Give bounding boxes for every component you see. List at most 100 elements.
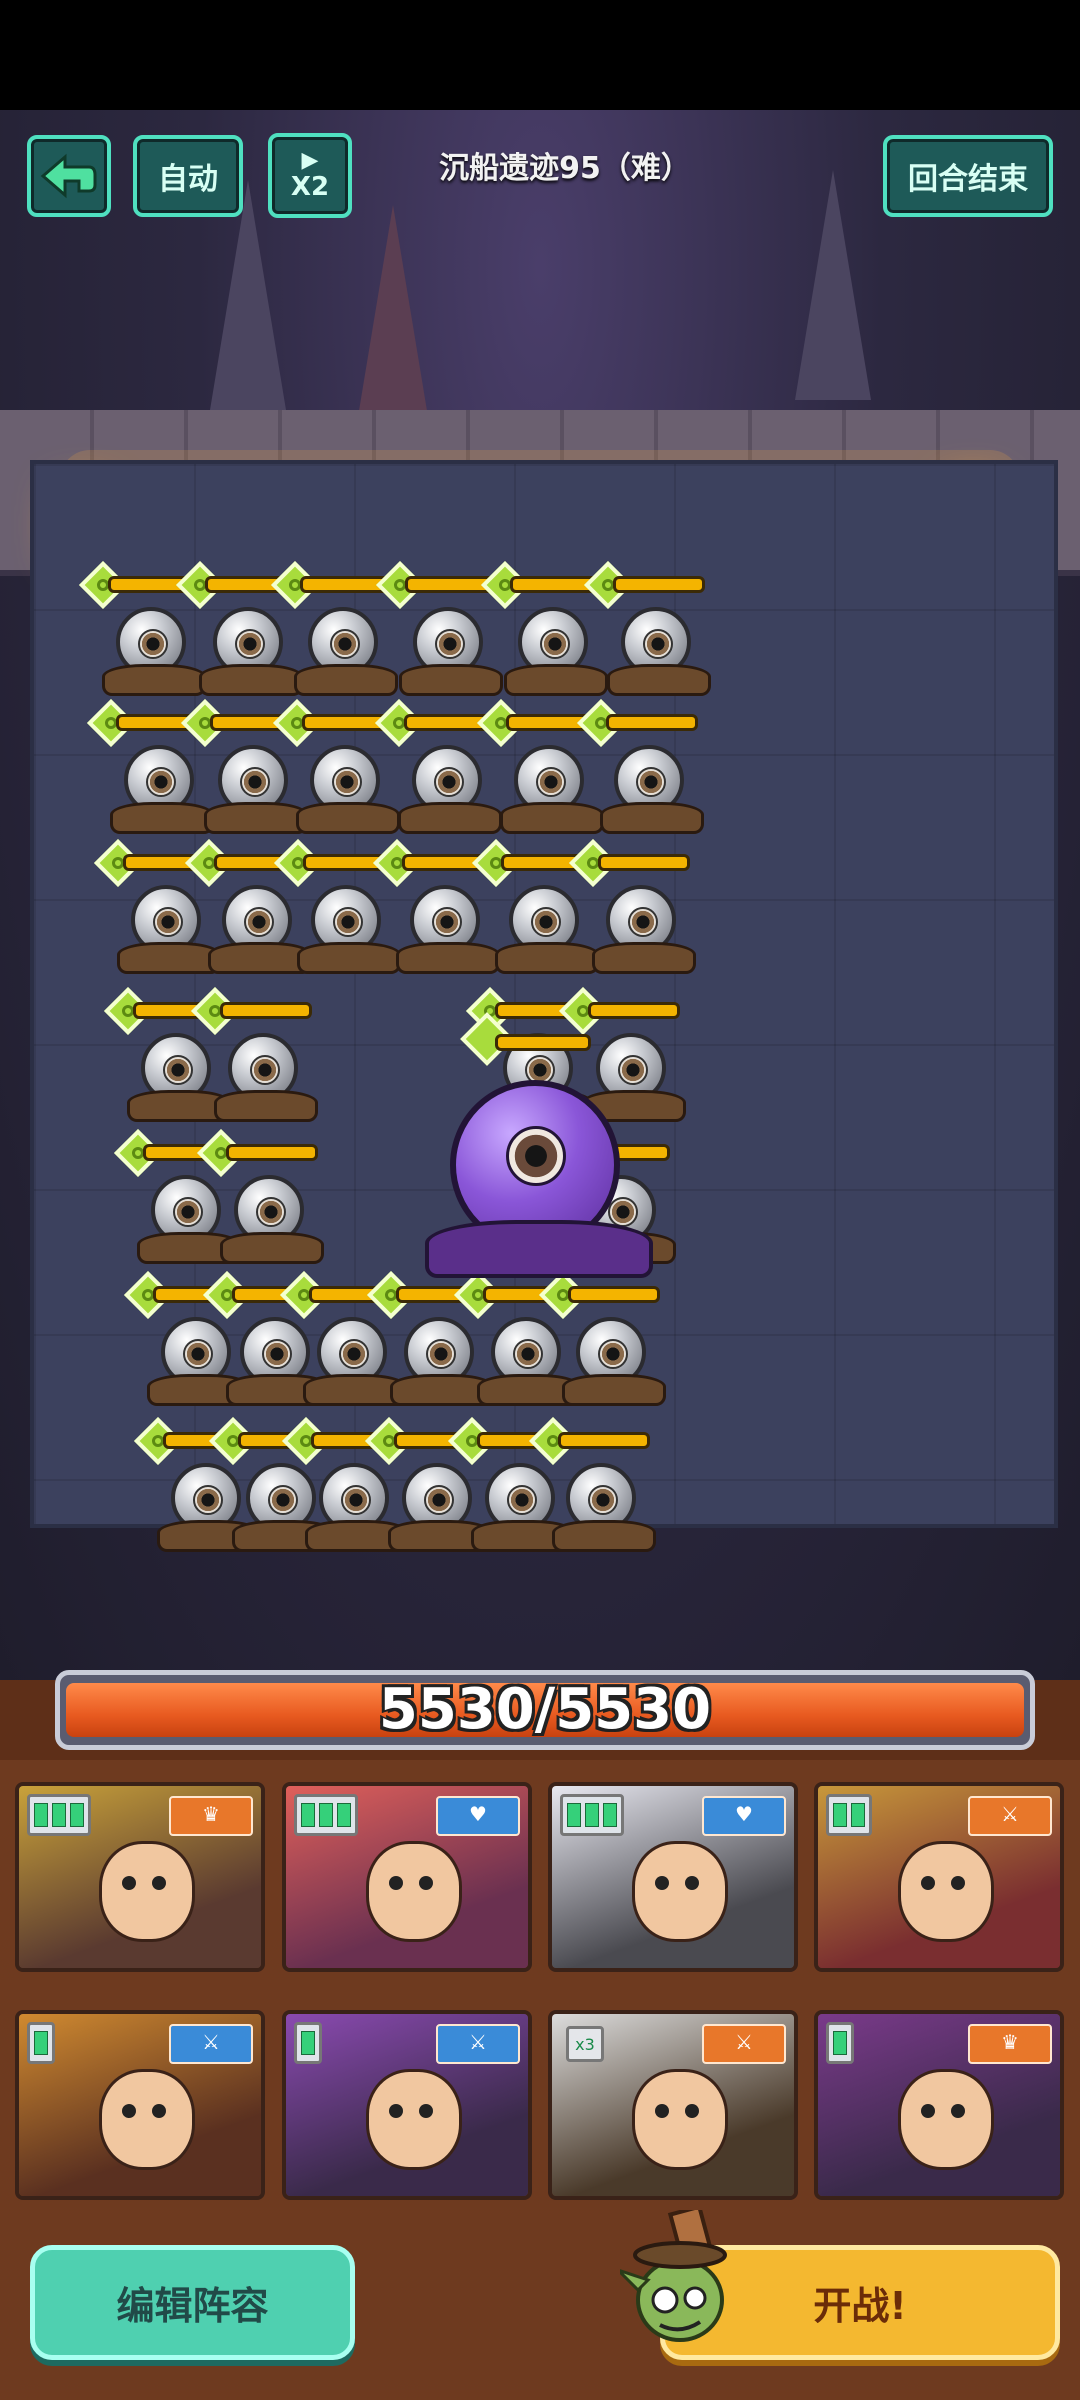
speed-button[interactable]: ▶ X2 bbox=[268, 133, 352, 218]
slot-pip bbox=[337, 1803, 351, 1827]
hero-card[interactable]: ⚔ bbox=[814, 1782, 1064, 1972]
heart-icon: ♥ bbox=[436, 1796, 520, 1836]
hero-eye bbox=[951, 1876, 965, 1890]
enemy-base bbox=[214, 1090, 318, 1122]
crown-icon: ♛ bbox=[169, 1796, 253, 1836]
enemy-hp-bar bbox=[613, 576, 705, 593]
shape-slot-badge bbox=[27, 2022, 55, 2064]
hero-eye bbox=[389, 1876, 403, 1890]
shape-slot-badge bbox=[826, 1794, 872, 1836]
hero-face bbox=[366, 1841, 462, 1942]
boss-hp-text: 5530/5530 bbox=[378, 1677, 712, 1742]
hero-eye bbox=[122, 2104, 136, 2118]
slot-pip bbox=[603, 1803, 617, 1827]
goblin-mascot-icon bbox=[616, 2204, 750, 2370]
eyeball-orb-enemy[interactable] bbox=[518, 1416, 678, 1563]
multiplier-badge: x3 bbox=[566, 2026, 604, 2062]
slot-pip bbox=[585, 1803, 599, 1827]
hero-eye bbox=[152, 1876, 166, 1890]
shape-slot-badge bbox=[27, 1794, 91, 1836]
slot-pip bbox=[52, 1803, 66, 1827]
hero-eye bbox=[921, 2104, 935, 2118]
auto-button[interactable]: 自动 bbox=[133, 135, 243, 217]
boss-base bbox=[425, 1220, 653, 1278]
heart-icon: ♥ bbox=[702, 1796, 786, 1836]
hero-card[interactable]: ⚔ bbox=[15, 2010, 265, 2200]
hero-eye bbox=[419, 1876, 433, 1890]
speed-label: X2 bbox=[290, 171, 330, 202]
hero-eye bbox=[419, 2104, 433, 2118]
slot-pip bbox=[34, 2031, 48, 2055]
eyeball-orb-enemy[interactable] bbox=[566, 698, 726, 845]
hero-card[interactable]: ♛ bbox=[814, 2010, 1064, 2200]
hero-face bbox=[632, 2069, 728, 2170]
enemy-hp-bar bbox=[226, 1144, 318, 1161]
status-bar-area bbox=[0, 0, 1080, 110]
enemy-base bbox=[607, 664, 711, 696]
hero-card[interactable]: x3 ⚔ bbox=[548, 2010, 798, 2200]
eyeball-orb-enemy[interactable] bbox=[558, 838, 718, 985]
rock-spire bbox=[795, 170, 871, 400]
hero-card[interactable]: ⚔ bbox=[282, 2010, 532, 2200]
hero-eye bbox=[685, 1876, 699, 1890]
hero-eye bbox=[152, 2104, 166, 2118]
enemy-base bbox=[562, 1374, 666, 1406]
shape-slot-badge bbox=[826, 2022, 854, 2064]
enemy-base bbox=[592, 942, 696, 974]
sword-icon: ⚔ bbox=[968, 1796, 1052, 1836]
hero-face bbox=[898, 1841, 994, 1942]
slot-pip bbox=[301, 1803, 315, 1827]
shape-slot-badge bbox=[294, 1794, 358, 1836]
boss-unit[interactable] bbox=[420, 1012, 680, 1290]
back-arrow-icon bbox=[40, 153, 97, 199]
hero-eye bbox=[122, 1876, 136, 1890]
slot-pip bbox=[851, 1803, 865, 1827]
enemy-base bbox=[220, 1232, 324, 1264]
hero-card[interactable]: ♥ bbox=[282, 1782, 532, 1972]
eyeball-orb-enemy[interactable] bbox=[528, 1270, 688, 1417]
hero-card[interactable]: ♥ bbox=[548, 1782, 798, 1972]
shape-slot-badge bbox=[560, 1794, 624, 1836]
hero-face bbox=[632, 1841, 728, 1942]
hero-eye bbox=[951, 2104, 965, 2118]
hero-face bbox=[99, 1841, 195, 1942]
back-button[interactable] bbox=[27, 135, 111, 217]
sword-icon: ⚔ bbox=[702, 2024, 786, 2064]
hero-face bbox=[99, 2069, 195, 2170]
slot-pip bbox=[319, 1803, 333, 1827]
enemy-base bbox=[552, 1520, 656, 1552]
play-icon: ▶ bbox=[301, 147, 319, 173]
hero-eye bbox=[389, 2104, 403, 2118]
rock-spire bbox=[355, 205, 431, 435]
shape-slot-badge bbox=[294, 2022, 322, 2064]
hero-face bbox=[898, 2069, 994, 2170]
enemy-hp-bar bbox=[598, 854, 690, 871]
eyeball-orb-enemy[interactable] bbox=[186, 1128, 346, 1275]
slot-pip bbox=[70, 1803, 84, 1827]
hero-face bbox=[366, 2069, 462, 2170]
stage-title: 沉船遗迹95（难） bbox=[439, 151, 691, 186]
slot-pip bbox=[833, 1803, 847, 1827]
enemy-hp-bar bbox=[558, 1432, 650, 1449]
slot-pip bbox=[34, 1803, 48, 1827]
slot-pip bbox=[833, 2031, 847, 2055]
boss-unit-hp-bar bbox=[495, 1034, 591, 1051]
enemy-hp-bar bbox=[605, 714, 698, 731]
hero-eye bbox=[921, 1876, 935, 1890]
enemy-hp-bar bbox=[220, 1002, 312, 1019]
hero-eye bbox=[655, 2104, 669, 2118]
eyeball-orb-enemy[interactable] bbox=[573, 560, 733, 707]
boss-hp-bar: 5530/5530 bbox=[55, 1670, 1035, 1750]
hero-eye bbox=[655, 1876, 669, 1890]
enemy-hp-bar bbox=[588, 1002, 680, 1019]
sword-icon: ⚔ bbox=[436, 2024, 520, 2064]
edit-team-button[interactable]: 编辑阵容 bbox=[30, 2245, 355, 2360]
slot-pip bbox=[567, 1803, 581, 1827]
hero-eye bbox=[685, 2104, 699, 2118]
hero-card[interactable]: ♛ bbox=[15, 1782, 265, 1972]
eyeball-orb-enemy[interactable] bbox=[180, 986, 340, 1133]
slot-pip bbox=[301, 2031, 315, 2055]
end-turn-button[interactable]: 回合结束 bbox=[883, 135, 1053, 217]
sword-icon: ⚔ bbox=[169, 2024, 253, 2064]
crown-icon: ♛ bbox=[968, 2024, 1052, 2064]
